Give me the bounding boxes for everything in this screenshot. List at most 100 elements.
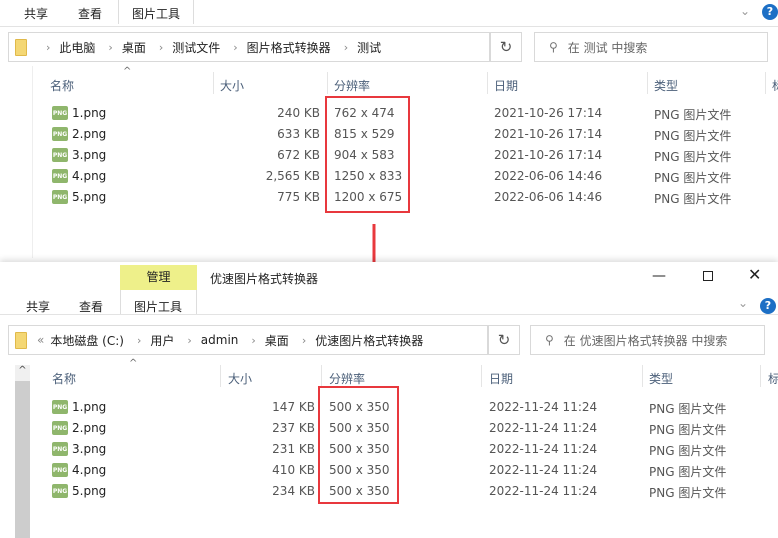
breadcrumb-item[interactable]: admin (201, 333, 239, 347)
breadcrumb-item[interactable]: 此电脑 (59, 39, 95, 56)
file-type: PNG 图片文件 (649, 486, 727, 500)
png-file-icon: PNG (52, 106, 68, 120)
file-date: 2022-11-24 11:24 (489, 484, 598, 498)
file-name: 3.png (72, 442, 107, 456)
file-date: 2021-10-26 17:14 (494, 127, 603, 141)
file-date: 2022-06-06 14:46 (494, 169, 603, 183)
file-size: 231 KB (272, 442, 315, 456)
file-type: PNG 图片文件 (649, 465, 727, 479)
tab-view[interactable]: 查看 (79, 298, 103, 315)
highlight-box (325, 96, 410, 213)
address-bar[interactable]: › 此电脑 › 桌面 › 测试文件 › 图片格式转换器 › 测试 (8, 32, 490, 62)
file-size: 237 KB (272, 421, 315, 435)
address-bar[interactable]: « 本地磁盘 (C:) › 用户 › admin › 桌面 › 优速图片格式转换器 (8, 325, 488, 355)
png-file-icon: PNG (52, 463, 68, 477)
column-type[interactable]: 类型 (654, 77, 678, 94)
bottom-explorer-window: 管理 优速图片格式转换器 — ✕ 共享 查看 图片工具 ⌄ ? « 本地磁盘 (… (0, 262, 778, 538)
folder-icon (15, 38, 27, 56)
file-size: 147 KB (272, 400, 315, 414)
refresh-button[interactable]: ↻ (488, 325, 520, 355)
file-date: 2022-11-24 11:24 (489, 463, 598, 477)
tab-manage[interactable]: 管理 (120, 265, 197, 290)
file-date: 2022-11-24 11:24 (489, 421, 598, 435)
tab-picture-tools[interactable]: 图片工具 (134, 298, 182, 315)
file-type: PNG 图片文件 (654, 150, 732, 164)
png-file-icon: PNG (52, 190, 68, 204)
file-name: 1.png (72, 106, 107, 120)
tab-share[interactable]: 共享 (24, 5, 48, 22)
breadcrumb-item[interactable]: 测试 (357, 39, 381, 56)
file-type: PNG 图片文件 (654, 129, 732, 143)
file-size: 240 KB (277, 106, 320, 120)
file-date: 2022-11-24 11:24 (489, 400, 598, 414)
breadcrumb-item[interactable]: 本地磁盘 (C:) (50, 332, 124, 349)
file-type: PNG 图片文件 (654, 108, 732, 122)
top-explorer-window: 共享 查看 图片工具 ⌄ ? › 此电脑 › 桌面 › 测试文件 › 图片格式转换器 ›… (0, 0, 778, 258)
column-name[interactable]: 名称 (52, 370, 76, 387)
column-date[interactable]: 日期 (494, 77, 518, 94)
column-resolution[interactable]: 分辨率 (329, 370, 365, 387)
png-file-icon: PNG (52, 484, 68, 498)
file-date: 2022-06-06 14:46 (494, 190, 603, 204)
breadcrumb-item[interactable]: 用户 (150, 332, 174, 349)
window-title: 优速图片格式转换器 (210, 272, 319, 286)
png-file-icon: PNG (52, 169, 68, 183)
breadcrumb-item[interactable]: 优速图片格式转换器 (315, 332, 423, 349)
refresh-button[interactable]: ↻ (490, 32, 522, 62)
column-size[interactable]: 大小 (220, 77, 244, 94)
file-size: 2,565 KB (265, 169, 320, 183)
file-size: 234 KB (272, 484, 315, 498)
png-file-icon: PNG (52, 127, 68, 141)
png-file-icon: PNG (52, 421, 68, 435)
help-icon[interactable]: ? (762, 4, 778, 20)
tab-share[interactable]: 共享 (26, 298, 50, 315)
ribbon-expand-icon[interactable]: ⌄ (740, 4, 750, 18)
breadcrumb-item[interactable]: 图片格式转换器 (247, 39, 331, 56)
file-size: 775 KB (277, 190, 320, 204)
search-icon: ⚲ (545, 333, 554, 347)
file-date: 2022-11-24 11:24 (489, 442, 598, 456)
file-type: PNG 图片文件 (649, 444, 727, 458)
search-input[interactable]: ⚲ 在 测试 中搜索 (534, 32, 768, 62)
breadcrumb-item[interactable]: 桌面 (122, 39, 146, 56)
file-name: 3.png (72, 148, 107, 162)
breadcrumb-overflow[interactable]: « (37, 333, 44, 347)
tab-picture-tools[interactable]: 图片工具 (132, 5, 180, 22)
file-name: 2.png (72, 127, 107, 141)
file-type: PNG 图片文件 (649, 423, 727, 437)
file-size: 410 KB (272, 463, 315, 477)
column-name[interactable]: 名称 (50, 77, 74, 94)
png-file-icon: PNG (52, 148, 68, 162)
file-size: 633 KB (277, 127, 320, 141)
png-file-icon: PNG (52, 442, 68, 456)
sort-arrow-icon: ^ (129, 358, 138, 369)
file-date: 2021-10-26 17:14 (494, 148, 603, 162)
column-tags[interactable]: 标 (772, 77, 778, 94)
file-name: 1.png (72, 400, 107, 414)
maximize-button[interactable] (703, 271, 713, 281)
file-name: 4.png (72, 463, 107, 477)
column-tags[interactable]: 标 (768, 370, 778, 387)
minimize-button[interactable]: — (652, 268, 666, 284)
column-resolution[interactable]: 分辨率 (334, 77, 370, 94)
file-name: 5.png (72, 190, 107, 204)
highlight-box (318, 386, 399, 504)
file-size: 672 KB (277, 148, 320, 162)
column-size[interactable]: 大小 (228, 370, 252, 387)
search-input[interactable]: ⚲ 在 优速图片格式转换器 中搜索 (530, 325, 765, 355)
help-icon[interactable]: ? (760, 298, 776, 314)
column-type[interactable]: 类型 (649, 370, 673, 387)
tab-view[interactable]: 查看 (78, 5, 102, 22)
breadcrumb-item[interactable]: 桌面 (265, 332, 289, 349)
png-file-icon: PNG (52, 400, 68, 414)
file-type: PNG 图片文件 (649, 402, 727, 416)
sort-arrow-icon: ^ (123, 66, 132, 77)
close-button[interactable]: ✕ (748, 265, 761, 284)
column-date[interactable]: 日期 (489, 370, 513, 387)
ribbon-expand-icon[interactable]: ⌄ (738, 296, 748, 310)
file-name: 2.png (72, 421, 107, 435)
file-type: PNG 图片文件 (654, 171, 732, 185)
file-name: 5.png (72, 484, 107, 498)
breadcrumb-item[interactable]: 测试文件 (172, 39, 220, 56)
folder-icon (15, 331, 27, 349)
